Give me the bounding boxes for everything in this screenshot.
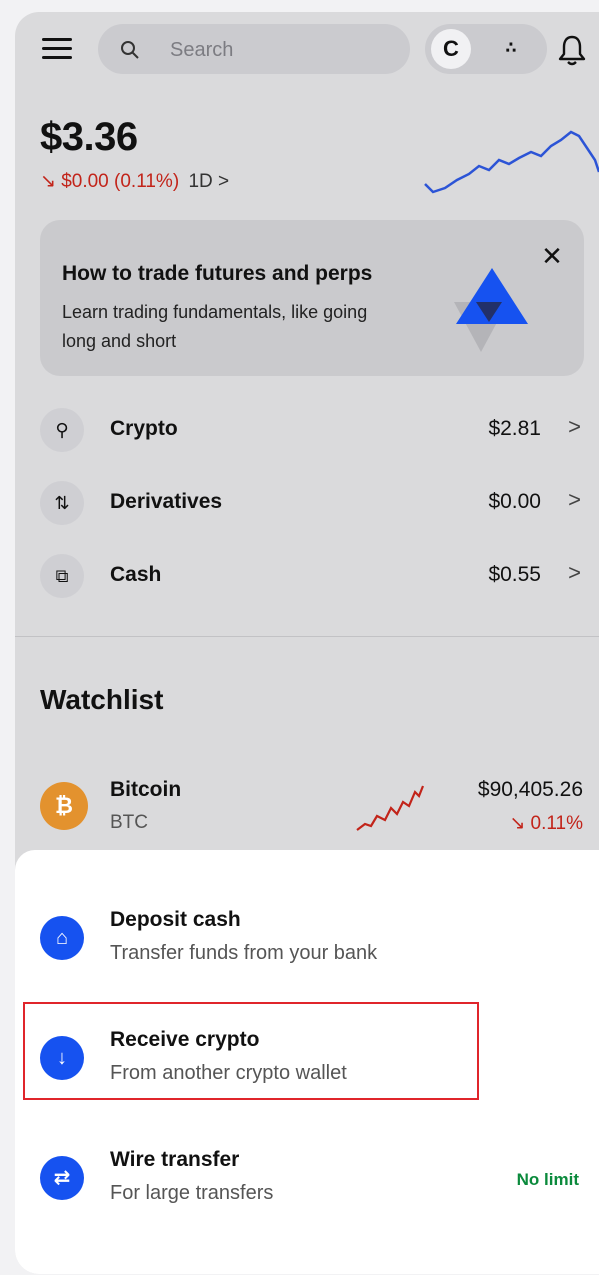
account-value: $2.81 bbox=[488, 417, 541, 440]
futures-graphic bbox=[454, 268, 528, 352]
chevron-right-icon: > bbox=[568, 487, 581, 512]
account-name: Crypto bbox=[110, 417, 178, 440]
close-icon[interactable]: ✕ bbox=[540, 243, 564, 269]
portfolio-change[interactable]: ↘ $0.00 (0.11%) 1D > bbox=[40, 170, 229, 193]
option-subtitle: Transfer funds from your bank bbox=[110, 942, 378, 964]
advanced-trade-icon[interactable]: ∴ bbox=[491, 36, 531, 62]
option-subtitle: From another crypto wallet bbox=[110, 1062, 347, 1084]
chevron-right-icon: > bbox=[568, 414, 581, 439]
crypto-icon: ⚲ bbox=[40, 408, 84, 452]
menu-icon[interactable] bbox=[42, 38, 72, 60]
coin-change: ↘ 0.11% bbox=[509, 813, 583, 834]
transfer-icon: ⇄ bbox=[40, 1156, 84, 1200]
option-subtitle: For large transfers bbox=[110, 1182, 274, 1204]
derivatives-icon: ⇅ bbox=[40, 481, 84, 525]
divider bbox=[15, 636, 599, 637]
portfolio-balance: $3.36 bbox=[40, 115, 138, 159]
coin-sparkline bbox=[356, 785, 425, 831]
account-row-cash[interactable]: ⧉ Cash $0.55 > bbox=[15, 548, 599, 608]
search-placeholder: Search bbox=[170, 39, 234, 61]
search-icon bbox=[121, 41, 139, 59]
bank-icon: ⌂ bbox=[40, 916, 84, 960]
account-row-derivatives[interactable]: ⇅ Derivatives $0.00 > bbox=[15, 475, 599, 535]
account-row-crypto[interactable]: ⚲ Crypto $2.81 > bbox=[15, 402, 599, 462]
promo-title: How to trade futures and perps bbox=[62, 262, 373, 285]
wire-transfer-option[interactable]: ⇄ Wire transfer For large transfers No l… bbox=[15, 1134, 599, 1224]
mode-switch[interactable]: C ∴ bbox=[425, 24, 547, 74]
simple-mode-button[interactable]: C bbox=[431, 29, 471, 69]
chevron-right-icon: > bbox=[568, 560, 581, 585]
option-title: Deposit cash bbox=[110, 908, 241, 931]
receive-crypto-option[interactable]: ↓ Receive crypto From another crypto wal… bbox=[15, 1014, 599, 1104]
portfolio-sparkline bbox=[424, 130, 599, 194]
top-bar: Search C ∴ bbox=[15, 12, 599, 92]
deposit-cash-option[interactable]: ⌂ Deposit cash Transfer funds from your … bbox=[15, 894, 599, 984]
app-screen: Search C ∴ $3.36 ↘ $0.00 (0.11%) 1D > Ho… bbox=[15, 12, 599, 1274]
coin-symbol: BTC bbox=[110, 812, 148, 833]
watchlist-title: Watchlist bbox=[40, 684, 164, 715]
option-title: Receive crypto bbox=[110, 1028, 260, 1051]
promo-card[interactable]: How to trade futures and perps Learn tra… bbox=[40, 220, 584, 376]
coin-price: $90,405.26 bbox=[477, 778, 583, 801]
change-value: ↘ $0.00 (0.11%) bbox=[40, 171, 180, 192]
bottom-sheet: ⌂ Deposit cash Transfer funds from your … bbox=[15, 850, 599, 1274]
limit-badge: No limit bbox=[516, 1170, 579, 1189]
arrow-down-icon: ↓ bbox=[40, 1036, 84, 1080]
option-title: Wire transfer bbox=[110, 1148, 240, 1171]
search-input[interactable]: Search bbox=[98, 24, 410, 74]
account-name: Cash bbox=[110, 563, 162, 586]
account-value: $0.00 bbox=[488, 490, 541, 513]
coin-name: Bitcoin bbox=[110, 778, 182, 801]
bitcoin-icon: ₿ bbox=[40, 782, 88, 830]
account-value: $0.55 bbox=[488, 563, 541, 586]
promo-body: Learn trading fundamentals, like going l… bbox=[62, 302, 368, 351]
period-selector[interactable]: 1D > bbox=[188, 171, 229, 192]
cash-icon: ⧉ bbox=[40, 554, 84, 598]
bell-icon[interactable] bbox=[557, 34, 587, 66]
account-name: Derivatives bbox=[110, 490, 223, 513]
